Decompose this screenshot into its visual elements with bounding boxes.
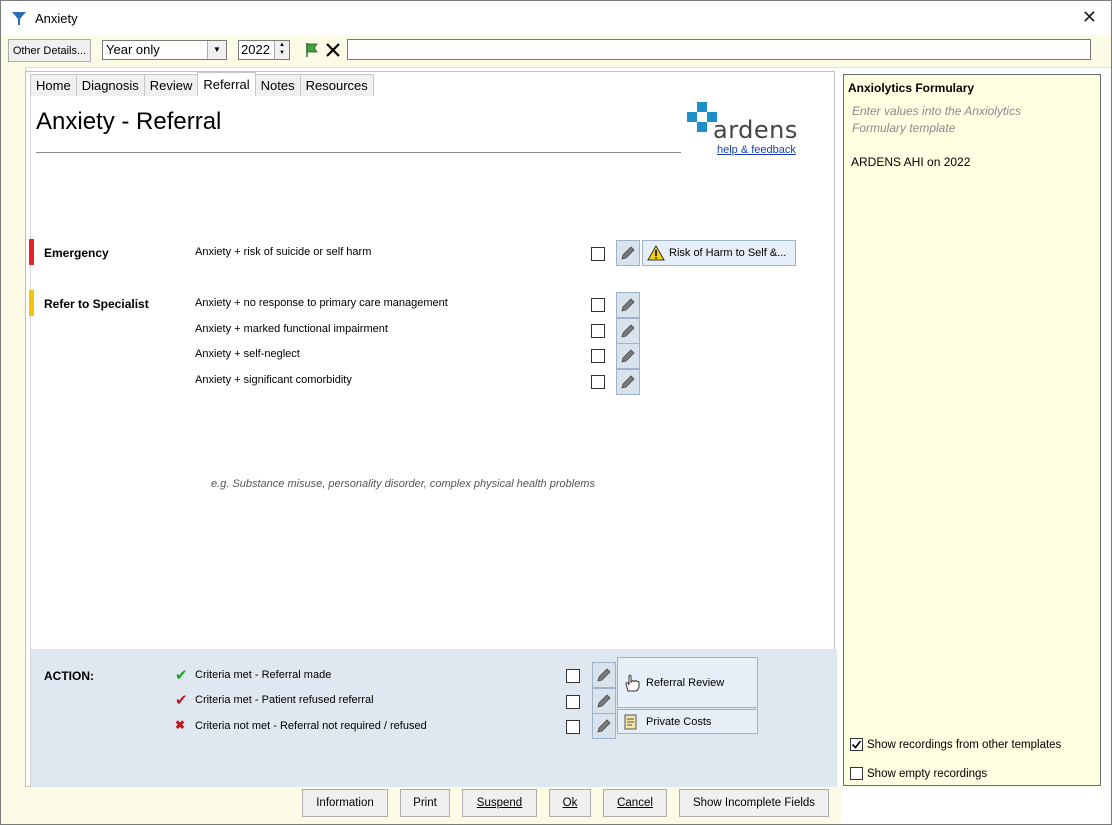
pencil-icon[interactable]	[616, 343, 640, 369]
search-input[interactable]	[347, 39, 1091, 60]
tab-review[interactable]: Review	[143, 74, 199, 96]
tab-home[interactable]: Home	[30, 74, 77, 96]
cross-icon: ✖	[175, 718, 186, 732]
page-title: Anxiety - Referral	[36, 108, 222, 135]
tab-notes[interactable]: Notes	[254, 74, 301, 96]
specialist-checkbox[interactable]	[591, 324, 605, 338]
emergency-item-label: Anxiety + risk of suicide or self harm	[195, 246, 372, 258]
pencil-icon[interactable]	[592, 713, 616, 739]
tab-bar: Home Diagnosis Review Referral Notes Res…	[30, 72, 374, 96]
cancel-button[interactable]: Cancel	[603, 789, 667, 817]
specialist-item-label: Anxiety + significant comorbidity	[195, 374, 352, 386]
action-item-label: Criteria met - Referral made	[195, 669, 332, 681]
help-feedback-link[interactable]: help & feedback	[717, 144, 796, 156]
window: Anxiety ✕ Other Details... Year only ▼ 2…	[0, 0, 1112, 825]
logo-text: ardens	[713, 116, 798, 144]
pencil-icon[interactable]	[616, 240, 640, 266]
risk-of-harm-button[interactable]: Risk of Harm to Self &...	[642, 240, 796, 266]
specialist-checkbox[interactable]	[591, 349, 605, 363]
specialist-item-label: Anxiety + marked functional impairment	[195, 323, 388, 335]
referral-panel: Anxiety - Referral ardens help & feedbac…	[29, 96, 837, 809]
action-label: ACTION:	[44, 669, 94, 683]
action-checkbox[interactable]	[566, 695, 580, 709]
window-title: Anxiety	[35, 11, 78, 26]
ok-button[interactable]: Ok	[549, 789, 591, 817]
main-panel: Home Diagnosis Review Referral Notes Res…	[25, 71, 837, 809]
chevron-down-icon[interactable]: ▼	[207, 41, 226, 59]
specialist-item-label: Anxiety + no response to primary care ma…	[195, 297, 448, 309]
ardens-logo: ardens	[687, 102, 807, 144]
action-checkbox[interactable]	[566, 669, 580, 683]
information-button[interactable]: Information	[302, 789, 388, 817]
left-margin	[1, 67, 26, 824]
action-section: ACTION: ✔ Criteria met - Referral made ✔…	[31, 649, 837, 809]
tab-referral[interactable]: Referral	[197, 72, 256, 96]
action-item-label: Criteria not met - Referral not required…	[195, 720, 427, 732]
pencil-icon[interactable]	[616, 292, 640, 318]
checkmark-red-icon: ✔	[175, 692, 188, 709]
show-other-recordings-row[interactable]: Show recordings from other templates	[850, 738, 1061, 751]
pencil-icon[interactable]	[616, 318, 640, 344]
specialist-checkbox[interactable]	[591, 375, 605, 389]
app-logo-icon	[12, 12, 26, 25]
specialist-label: Refer to Specialist	[44, 297, 149, 311]
show-other-recordings-label: Show recordings from other templates	[867, 738, 1062, 751]
specialist-hint: e.g. Substance misuse, personality disor…	[211, 478, 595, 490]
specialist-color-bar	[29, 290, 34, 316]
risk-button-label: Risk of Harm to Self &...	[669, 247, 787, 259]
title-bar: Anxiety ✕	[1, 1, 1111, 35]
action-item-label: Criteria met - Patient refused referral	[195, 694, 374, 706]
specialist-checkbox[interactable]	[591, 298, 605, 312]
suspend-button[interactable]: Suspend	[462, 789, 537, 817]
tab-diagnosis[interactable]: Diagnosis	[75, 74, 145, 96]
checkmark-icon: ✔	[175, 667, 188, 684]
referral-review-label: Referral Review	[646, 676, 725, 689]
show-empty-recordings-row[interactable]: Show empty recordings	[850, 767, 987, 780]
pencil-icon[interactable]	[616, 369, 640, 395]
side-panel-hint: Enter values into the Anxiolytics Formul…	[852, 104, 1021, 135]
clear-icon[interactable]	[324, 41, 342, 59]
flag-icon[interactable]	[303, 41, 321, 59]
toolbar: Other Details... Year only ▼ 2022 ▲ ▼	[1, 35, 1111, 68]
year-spinner-value: 2022	[241, 42, 270, 57]
print-button[interactable]: Print	[400, 789, 450, 817]
side-panel-entry[interactable]: ARDENS AHI on 2022	[851, 155, 970, 169]
private-costs-button[interactable]: Private Costs	[617, 709, 758, 734]
side-panel-title: Anxiolytics Formulary	[848, 81, 975, 95]
private-costs-label: Private Costs	[646, 715, 712, 728]
emergency-checkbox[interactable]	[591, 247, 605, 261]
other-details-button[interactable]: Other Details...	[8, 39, 91, 62]
period-select[interactable]: Year only ▼	[102, 40, 227, 60]
specialist-item-label: Anxiety + self-neglect	[195, 348, 300, 360]
divider	[36, 152, 681, 153]
tab-resources[interactable]: Resources	[299, 74, 374, 96]
pencil-icon[interactable]	[592, 662, 616, 688]
show-other-recordings-checkbox[interactable]	[850, 738, 863, 751]
referral-review-button[interactable]: Referral Review	[617, 657, 758, 708]
side-panel: Anxiolytics Formulary Enter values into …	[843, 74, 1101, 786]
close-icon[interactable]: ✕	[1082, 7, 1097, 28]
show-empty-recordings-label: Show empty recordings	[867, 767, 988, 780]
action-checkbox[interactable]	[566, 720, 580, 734]
year-spinner[interactable]: 2022 ▲ ▼	[238, 40, 290, 60]
hand-pointer-icon	[625, 674, 640, 691]
show-empty-recordings-checkbox[interactable]	[850, 767, 863, 780]
show-incomplete-fields-button[interactable]: Show Incomplete Fields	[679, 789, 829, 817]
emergency-color-bar	[29, 239, 34, 265]
emergency-label: Emergency	[44, 246, 109, 260]
period-select-value: Year only	[106, 42, 160, 57]
pencil-icon[interactable]	[592, 688, 616, 714]
warning-icon	[647, 245, 665, 261]
document-icon	[624, 714, 637, 729]
spinner-arrows-icon[interactable]: ▲ ▼	[274, 41, 289, 59]
